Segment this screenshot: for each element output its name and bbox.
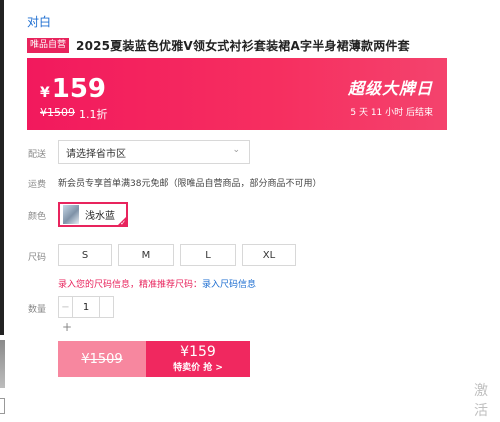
self-operated-badge: 唯品自营 [27, 38, 70, 53]
buy-now-price: ¥159 [180, 344, 216, 360]
size-option-l[interactable]: L [180, 244, 236, 266]
size-info-link[interactable]: 录入尺码信息 [202, 280, 256, 290]
size-option-xl[interactable]: XL [242, 244, 296, 266]
buy-bar: ¥1509 ¥159 特卖价 抢 > [58, 341, 250, 377]
price-value: 159 [51, 74, 107, 104]
size-option-s[interactable]: S [58, 244, 112, 266]
promo-title: 超级大牌日 [347, 79, 433, 98]
thumbnail-frame[interactable] [0, 398, 5, 414]
size-label: 尺码 [28, 253, 47, 263]
product-title-row: 唯品自营 2025夏装蓝色优雅V领女式衬衫套装裙A字半身裙薄款两件套 [27, 37, 410, 54]
original-price-button[interactable]: ¥1509 [58, 341, 146, 377]
quantity-stepper: − 1 [58, 296, 114, 318]
color-label: 颜色 [28, 212, 47, 222]
main-image-edge [0, 0, 4, 335]
shipping-label: 运费 [28, 180, 47, 190]
discount-label: 1.1折 [79, 108, 108, 121]
color-option-label: 浅水蓝 [85, 211, 115, 222]
price-sub: ¥1509 1.1折 [40, 106, 108, 122]
product-title: 2025夏装蓝色优雅V领女式衬衫套装裙A字半身裙薄款两件套 [76, 39, 410, 53]
promo-countdown: 5 天 11 小时 后结束 [350, 108, 433, 118]
quantity-stepper-side [99, 296, 114, 318]
currency-symbol: ¥ [40, 85, 50, 101]
color-swatch-image [63, 205, 79, 224]
quantity-minus-button[interactable]: − [58, 296, 73, 318]
watermark-line-1: 激活 [474, 383, 488, 419]
size-hint-text: 录入您的尺码信息，精准推荐尺码： [58, 280, 203, 290]
chevron-down-icon: ⌄ [232, 145, 240, 155]
shipping-text: 新会员专享首单满38元免邮（限唯品自营商品，部分商品不可用） [58, 179, 322, 189]
color-option-selected[interactable]: 浅水蓝 ✓ [58, 202, 128, 227]
buy-now-label: 特卖价 抢 > [173, 363, 223, 373]
thumbnail-image[interactable] [0, 340, 5, 388]
buy-now-button[interactable]: ¥159 特卖价 抢 > [146, 341, 250, 377]
brand-link[interactable]: 对白 [27, 13, 51, 30]
size-option-m[interactable]: M [118, 244, 174, 266]
size-options: S M L XL [58, 244, 296, 266]
original-price: ¥1509 [40, 106, 75, 119]
price-banner: ¥ 159 ¥1509 1.1折 超级大牌日 5 天 11 小时 后结束 [27, 58, 447, 130]
delivery-label: 配送 [28, 150, 47, 160]
activation-watermark: 激活 转到 [474, 380, 500, 422]
region-select[interactable]: 请选择省市区 ⌄ [58, 140, 250, 164]
quantity-input[interactable]: 1 [73, 296, 99, 318]
check-icon: ✓ [120, 219, 126, 227]
current-price: ¥ 159 [40, 74, 106, 104]
size-hint: 录入您的尺码信息，精准推荐尺码：录入尺码信息 [58, 277, 256, 290]
quantity-plus-button[interactable]: + [62, 320, 72, 334]
region-placeholder: 请选择省市区 [66, 148, 126, 160]
quantity-label: 数量 [28, 305, 47, 315]
